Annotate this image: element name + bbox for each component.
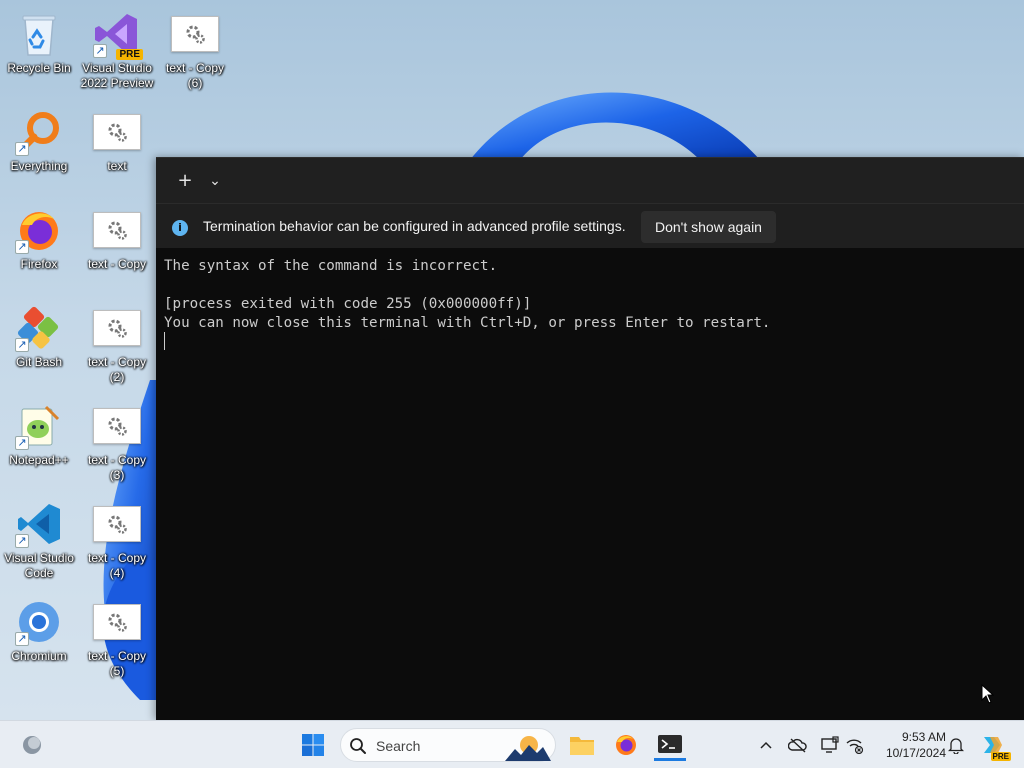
desktop-icon-visual-studio-2022-preview[interactable]: ↗ PRE Visual Studio 2022 Preview [79, 4, 155, 96]
desktop-icon-text-copy-2[interactable]: text - Copy (2) [79, 298, 155, 390]
notepad-plus-plus-icon: ↗ [15, 402, 63, 450]
desktop-icon-chromium[interactable]: ↗ Chromium [1, 592, 77, 684]
desktop-icon-label: Git Bash [15, 355, 63, 369]
settings-file-icon [93, 402, 141, 450]
settings-file-icon [93, 598, 141, 646]
terminal-output[interactable]: The syntax of the command is incorrect. … [164, 257, 1016, 333]
display-icon[interactable] [818, 733, 842, 757]
copilot-preview-badge: PRE [990, 752, 1011, 761]
desktop-icon-label: text - Copy (4) [87, 551, 147, 580]
shortcut-arrow-icon: ↗ [93, 44, 107, 58]
desktop-icon-text[interactable]: text [79, 102, 155, 194]
settings-file-icon [93, 206, 141, 254]
desktop-icon-label: text - Copy [87, 257, 147, 271]
terminal-cursor [164, 332, 165, 350]
taskbar-clock[interactable]: 9:53 AM 10/17/2024 [874, 729, 946, 761]
desktop-icon-label: text - Copy (2) [87, 355, 147, 384]
desktop-icon-label: Recycle Bin [7, 61, 71, 75]
dont-show-again-button[interactable]: Don't show again [641, 211, 776, 243]
clock-date: 10/17/2024 [885, 746, 946, 760]
desktop-icon-notepad-plus-plus[interactable]: ↗ Notepad++ [1, 396, 77, 488]
shortcut-arrow-icon: ↗ [15, 338, 29, 352]
desktop-icon-text-copy-3[interactable]: text - Copy (3) [79, 396, 155, 488]
chromium-icon: ↗ [15, 598, 63, 646]
desktop-icon-label: text - Copy (5) [87, 649, 147, 678]
desktop-icon-text-copy-4[interactable]: text - Copy (4) [79, 494, 155, 586]
taskbar-search-box[interactable]: Search [340, 728, 556, 762]
mouse-pointer-icon [981, 684, 995, 704]
desktop-icon-label: Notepad++ [9, 453, 69, 467]
widgets-weather-icon[interactable] [16, 729, 48, 761]
git-bash-icon: ↗ [15, 304, 63, 352]
desktop-icon-recycle-bin[interactable]: Recycle Bin [1, 4, 77, 96]
onedrive-offline-icon[interactable] [786, 733, 810, 757]
search-highlight-icon [505, 736, 551, 761]
shortcut-arrow-icon: ↗ [15, 436, 29, 450]
desktop-icon-label: Visual Studio Code [4, 551, 74, 580]
desktop-icon-label: text - Copy (6) [165, 61, 225, 90]
settings-file-icon [93, 500, 141, 548]
preview-badge: PRE [116, 49, 143, 60]
desktop-icon-label: Chromium [11, 649, 67, 663]
infobar-message: Termination behavior can be configured i… [203, 218, 626, 234]
terminal-titlebar[interactable]: + ⌄ [156, 157, 1024, 203]
windows-start-icon[interactable] [297, 729, 329, 761]
network-icon[interactable] [843, 733, 867, 757]
desktop-icon-visual-studio-code[interactable]: ↗ Visual Studio Code [1, 494, 77, 586]
firefox-icon: ↗ [15, 206, 63, 254]
desktop-icon-label: Everything [10, 159, 68, 173]
desktop-icon-label: Visual Studio 2022 Preview [80, 61, 154, 90]
desktop-icon-everything[interactable]: ↗ Everything [1, 102, 77, 194]
search-icon [350, 738, 366, 754]
tab-dropdown-button[interactable]: ⌄ [202, 170, 228, 194]
desktop-icon-label: text - Copy (3) [87, 453, 147, 482]
firefox-icon[interactable] [610, 729, 642, 761]
notification-bell-icon[interactable] [944, 733, 968, 757]
desktop-icon-firefox[interactable]: ↗ Firefox [1, 200, 77, 292]
desktop-icon-text-copy[interactable]: text - Copy [79, 200, 155, 292]
shortcut-arrow-icon: ↗ [15, 632, 29, 646]
shortcut-arrow-icon: ↗ [15, 240, 29, 254]
desktop-icon-label: text [107, 159, 127, 173]
info-icon: i [172, 220, 188, 236]
settings-file-icon [93, 108, 141, 156]
everything-search-icon: ↗ [15, 108, 63, 156]
desktop-icon-text-copy-6[interactable]: text - Copy (6) [157, 4, 233, 96]
search-placeholder: Search [376, 738, 421, 754]
copilot-icon[interactable]: PRE [979, 733, 1011, 761]
chevron-up-icon[interactable] [754, 733, 778, 757]
new-tab-button[interactable]: + [172, 170, 198, 194]
visual-studio-preview-icon: ↗ PRE [93, 10, 143, 60]
shortcut-arrow-icon: ↗ [15, 142, 29, 156]
terminal-icon[interactable] [654, 729, 686, 761]
settings-file-icon [171, 10, 219, 58]
desktop-icon-text-copy-5[interactable]: text - Copy (5) [79, 592, 155, 684]
termination-infobar: i Termination behavior can be configured… [156, 203, 1024, 248]
terminal-window[interactable]: + ⌄ i Termination behavior can be config… [156, 157, 1024, 720]
taskbar: Search 9:53 AM 10/17/2024 PRE [0, 720, 1024, 768]
recycle-bin-icon [15, 10, 63, 58]
settings-file-icon [93, 304, 141, 352]
file-explorer-icon[interactable] [566, 729, 598, 761]
clock-time: 9:53 AM [901, 730, 946, 744]
vscode-icon: ↗ [15, 500, 63, 548]
shortcut-arrow-icon: ↗ [15, 534, 29, 548]
desktop-icon-label: Firefox [20, 257, 58, 271]
desktop-icon-git-bash[interactable]: ↗ Git Bash [1, 298, 77, 390]
